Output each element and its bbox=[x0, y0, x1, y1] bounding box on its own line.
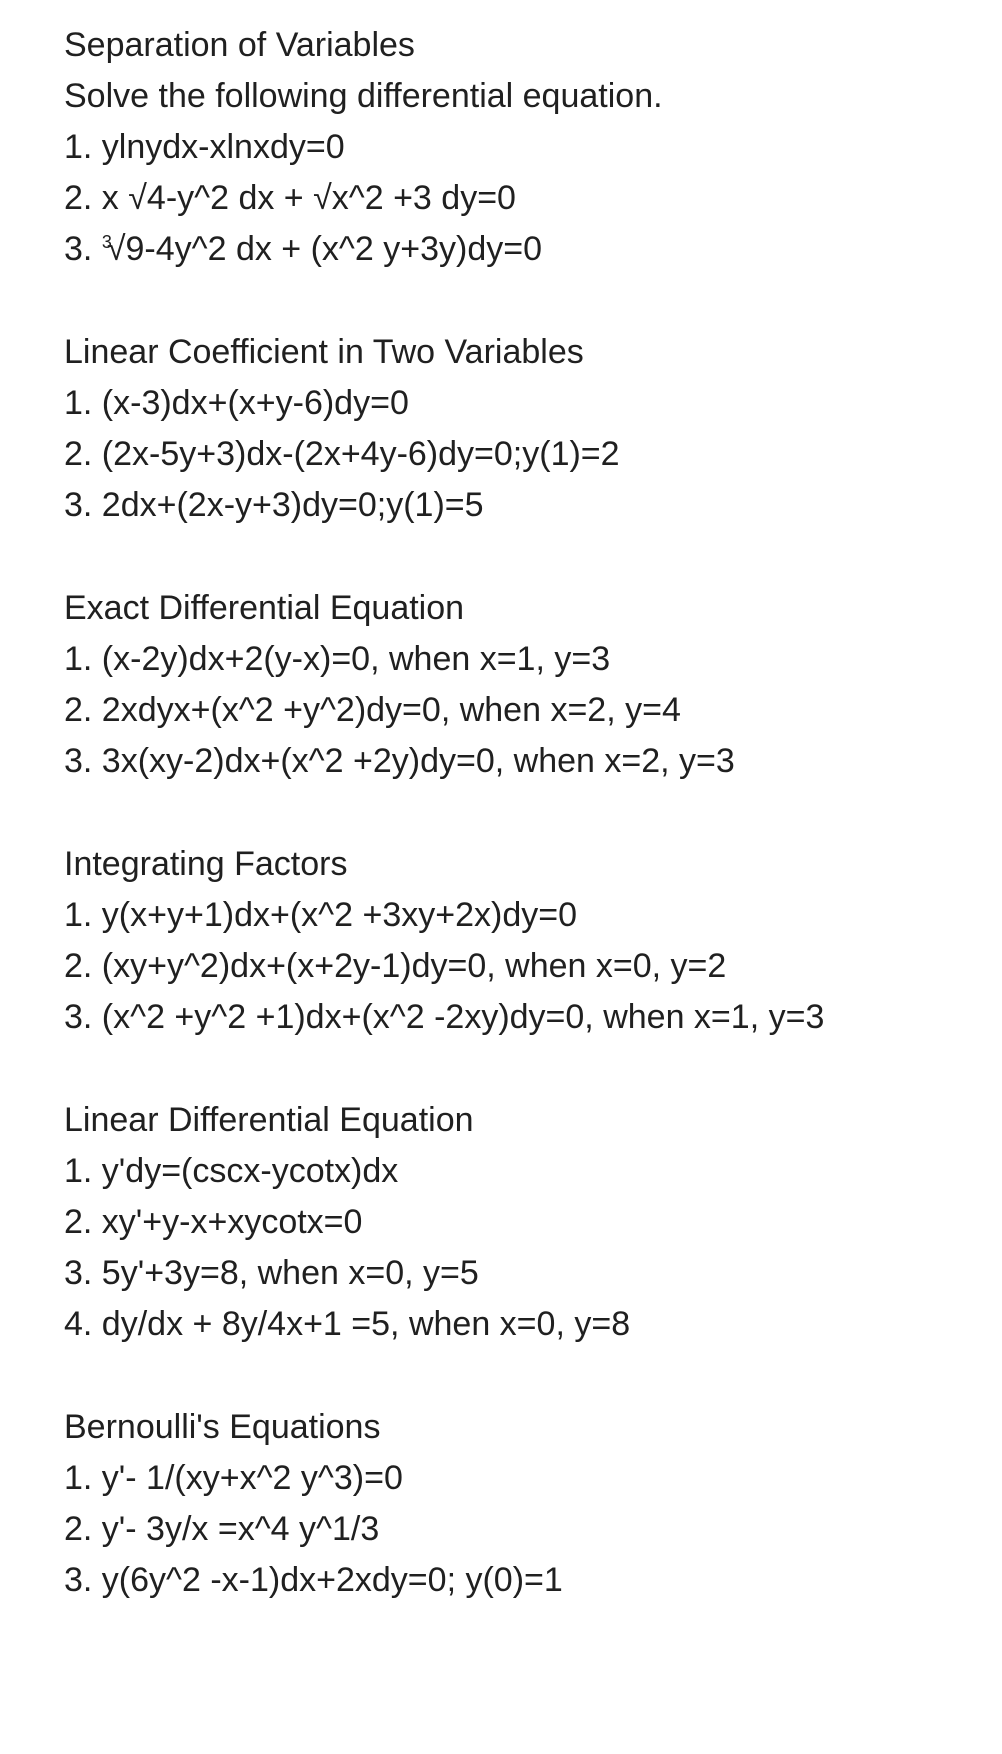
problem-item: 2. 2xdyx+(x^2 +y^2)dy=0, when x=2, y=4 bbox=[64, 685, 938, 736]
section-title: Bernoulli's Equations bbox=[64, 1402, 938, 1453]
problem-item: 3. 5y'+3y=8, when x=0, y=5 bbox=[64, 1248, 938, 1299]
section-linear-coefficient: Linear Coefficient in Two Variables 1. (… bbox=[64, 327, 938, 531]
section-separation-of-variables: Separation of Variables Solve the follow… bbox=[64, 20, 938, 275]
cube-root-symbol: 3√ bbox=[102, 224, 126, 275]
problem-item: 1. y'- 1/(xy+x^2 y^3)=0 bbox=[64, 1453, 938, 1504]
problem-rest: 9-4y^2 dx + (x^2 y+3y)dy=0 bbox=[126, 230, 543, 268]
section-title: Linear Differential Equation bbox=[64, 1095, 938, 1146]
section-integrating-factors: Integrating Factors 1. y(x+y+1)dx+(x^2 +… bbox=[64, 839, 938, 1043]
cube-root-exponent: 3 bbox=[102, 232, 112, 252]
problem-item: 4. dy/dx + 8y/4x+1 =5, when x=0, y=8 bbox=[64, 1299, 938, 1350]
problem-item: 3. y(6y^2 -x-1)dx+2xdy=0; y(0)=1 bbox=[64, 1555, 938, 1606]
section-title: Linear Coefficient in Two Variables bbox=[64, 327, 938, 378]
section-title: Separation of Variables bbox=[64, 20, 938, 71]
problem-item: 3. 3√9-4y^2 dx + (x^2 y+3y)dy=0 bbox=[64, 224, 938, 275]
problem-item: 2. y'- 3y/x =x^4 y^1/3 bbox=[64, 1504, 938, 1555]
section-exact-differential: Exact Differential Equation 1. (x-2y)dx+… bbox=[64, 583, 938, 787]
section-title: Integrating Factors bbox=[64, 839, 938, 890]
section-title: Exact Differential Equation bbox=[64, 583, 938, 634]
problem-item: 2. xy'+y-x+xycotx=0 bbox=[64, 1197, 938, 1248]
problem-prefix: 3. bbox=[64, 230, 102, 268]
problem-item: 2. (2x-5y+3)dx-(2x+4y-6)dy=0;y(1)=2 bbox=[64, 429, 938, 480]
section-linear-differential: Linear Differential Equation 1. y'dy=(cs… bbox=[64, 1095, 938, 1350]
problem-item: 2. (xy+y^2)dx+(x+2y-1)dy=0, when x=0, y=… bbox=[64, 941, 938, 992]
problem-item: 1. y(x+y+1)dx+(x^2 +3xy+2x)dy=0 bbox=[64, 890, 938, 941]
problem-item: 3. 2dx+(2x-y+3)dy=0;y(1)=5 bbox=[64, 480, 938, 531]
problem-item: 3. (x^2 +y^2 +1)dx+(x^2 -2xy)dy=0, when … bbox=[64, 992, 938, 1043]
section-bernoullis-equations: Bernoulli's Equations 1. y'- 1/(xy+x^2 y… bbox=[64, 1402, 938, 1606]
problem-item: 1. ylnydx-xlnxdy=0 bbox=[64, 122, 938, 173]
problem-item: 1. (x-3)dx+(x+y-6)dy=0 bbox=[64, 378, 938, 429]
problem-item: 2. x √4-y^2 dx + √x^2 +3 dy=0 bbox=[64, 173, 938, 224]
problem-item: 3. 3x(xy-2)dx+(x^2 +2y)dy=0, when x=2, y… bbox=[64, 736, 938, 787]
problem-item: 1. (x-2y)dx+2(y-x)=0, when x=1, y=3 bbox=[64, 634, 938, 685]
problem-item: 1. y'dy=(cscx-ycotx)dx bbox=[64, 1146, 938, 1197]
section-intro: Solve the following differential equatio… bbox=[64, 71, 938, 122]
